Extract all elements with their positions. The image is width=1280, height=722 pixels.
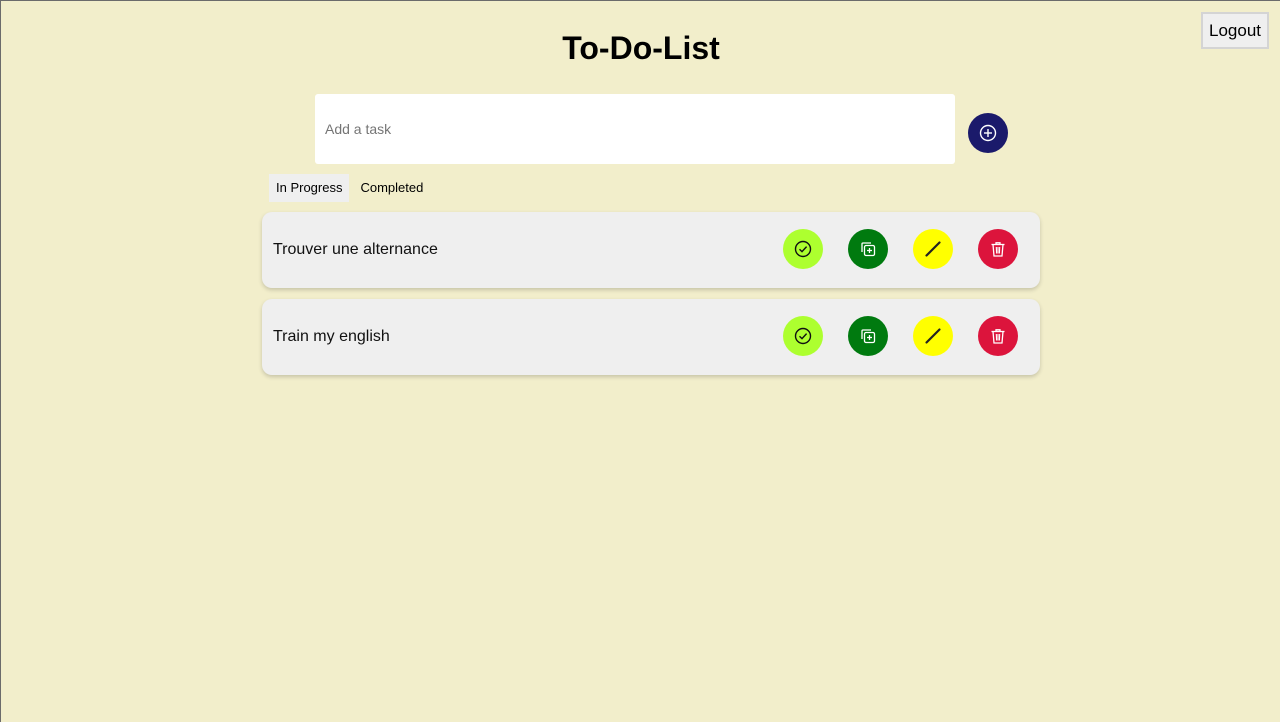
- delete-task-button[interactable]: [978, 316, 1018, 356]
- check-circle-icon: [794, 327, 812, 345]
- task-actions: [783, 229, 1018, 269]
- copy-plus-icon: [859, 240, 877, 258]
- task-item: Trouver une alternance: [262, 212, 1040, 288]
- trash-icon: [989, 327, 1007, 345]
- task-text: Trouver une alternance: [273, 241, 438, 258]
- tab-in-progress[interactable]: In Progress: [269, 174, 350, 202]
- edit-task-button[interactable]: [913, 229, 953, 269]
- task-item: Train my english: [262, 299, 1040, 375]
- check-circle-icon: [794, 240, 812, 258]
- pencil-icon: [924, 240, 942, 258]
- duplicate-task-button[interactable]: [848, 229, 888, 269]
- add-task-button[interactable]: [968, 113, 1008, 153]
- trash-icon: [989, 240, 1007, 258]
- status-tabs: In Progress Completed: [269, 174, 430, 202]
- complete-task-button[interactable]: [783, 316, 823, 356]
- complete-task-button[interactable]: [783, 229, 823, 269]
- page-title: To-Do-List: [562, 30, 720, 66]
- task-actions: [783, 316, 1018, 356]
- plus-circle-icon: [979, 124, 997, 142]
- copy-plus-icon: [859, 327, 877, 345]
- duplicate-task-button[interactable]: [848, 316, 888, 356]
- edit-task-button[interactable]: [913, 316, 953, 356]
- pencil-icon: [924, 327, 942, 345]
- delete-task-button[interactable]: [978, 229, 1018, 269]
- tab-completed[interactable]: Completed: [353, 174, 430, 202]
- task-text: Train my english: [273, 328, 390, 345]
- add-task-input[interactable]: [315, 94, 955, 164]
- task-list: Trouver une alternance Train my english: [262, 212, 1040, 386]
